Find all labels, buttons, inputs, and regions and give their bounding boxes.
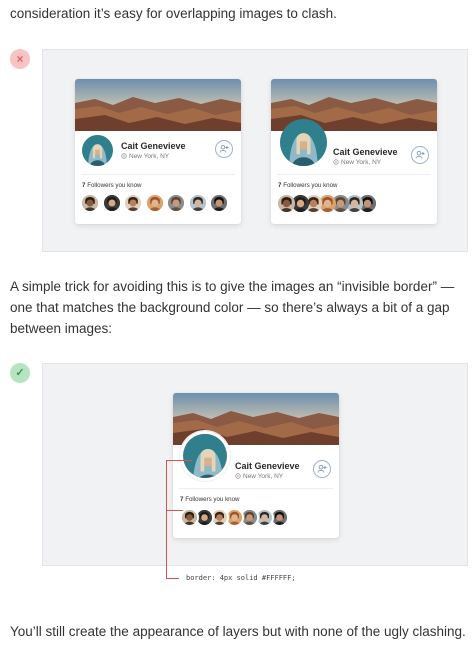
- cover-photo: [75, 79, 241, 131]
- bad-example-badge: ×: [10, 49, 30, 69]
- follower-face-icon: [125, 195, 141, 211]
- close-icon: ×: [16, 52, 24, 66]
- card-divider: [277, 174, 431, 175]
- follower-face-icon: [227, 510, 242, 525]
- followers-label: Followers you know: [283, 182, 338, 189]
- follower-face-icon: [103, 195, 120, 211]
- avatar: [280, 119, 327, 166]
- profile-location: New York, NY: [235, 473, 283, 480]
- followers-you-know: 7 Followers you know: [180, 496, 240, 503]
- follower-avatar[interactable]: [82, 195, 98, 211]
- intro-text: consideration it’s easy for overlapping …: [10, 6, 337, 21]
- follower-avatar[interactable]: [278, 195, 295, 212]
- follower-face-icon: [82, 195, 98, 211]
- add-user-icon: [219, 144, 229, 153]
- check-icon: ✓: [15, 366, 25, 379]
- location-pin-icon: [121, 153, 127, 159]
- followers-count: 7: [278, 182, 282, 189]
- profile-name: Cait Genevieve: [333, 147, 398, 157]
- add-user-icon: [415, 150, 425, 159]
- add-user-button[interactable]: [313, 460, 331, 478]
- followers-label: Followers you know: [185, 496, 240, 503]
- location-pin-icon: [333, 159, 339, 165]
- closing-paragraph: You’ll still create the appearance of la…: [10, 624, 466, 639]
- follower-avatar[interactable]: [189, 195, 206, 211]
- follower-avatars: [180, 508, 330, 529]
- follower-face-icon: [146, 195, 163, 211]
- follower-face-icon: [182, 510, 197, 525]
- profile-card: Cait Genevieve New York, NY 7 Followers …: [173, 393, 339, 538]
- trick-paragraph: A simple trick for avoiding this is to g…: [10, 279, 455, 336]
- avatar: [82, 135, 113, 166]
- followers-you-know: 7 Followers you know: [278, 182, 338, 189]
- good-example-badge: ✓: [10, 363, 30, 383]
- profile-location: New York, NY: [121, 153, 169, 160]
- follower-face-icon: [272, 510, 287, 525]
- card-divider: [179, 488, 333, 489]
- follower-avatars: [278, 195, 428, 215]
- bad-example-panel: Cait Genevieve New York, NY 7 Followers …: [42, 49, 468, 252]
- followers-count: 7: [82, 182, 86, 189]
- follower-avatars: [82, 195, 232, 215]
- profile-card: Cait Genevieve New York, NY 7 Followers …: [271, 79, 437, 224]
- location-pin-icon: [235, 473, 241, 479]
- followers-count: 7: [180, 496, 184, 503]
- follower-face-icon: [242, 510, 257, 525]
- follower-face-icon: [211, 195, 227, 211]
- followers-label: Followers you know: [87, 182, 142, 189]
- add-user-button[interactable]: [411, 146, 429, 164]
- avatar: [180, 431, 230, 481]
- follower-avatar[interactable]: [146, 195, 163, 211]
- add-user-icon: [317, 464, 327, 473]
- good-example-panel: Cait Genevieve New York, NY 7 Followers …: [42, 363, 468, 566]
- follower-face-icon: [168, 195, 184, 211]
- follower-avatar[interactable]: [103, 195, 120, 211]
- border-code-snippet: border: 4px solid #FFFFFF;: [186, 574, 296, 582]
- follower-avatar[interactable]: [180, 508, 199, 527]
- profile-card: Cait Genevieve New York, NY 7 Followers …: [75, 79, 241, 224]
- location-text: New York, NY: [243, 473, 284, 480]
- follower-avatar[interactable]: [168, 195, 184, 211]
- followers-you-know: 7 Followers you know: [82, 182, 142, 189]
- location-text: New York, NY: [341, 159, 382, 166]
- follower-face-icon: [212, 510, 227, 525]
- annotation-connector: [166, 578, 179, 579]
- location-text: New York, NY: [129, 153, 170, 160]
- card-divider: [81, 174, 235, 175]
- annotation-connector: [166, 460, 192, 461]
- follower-face-icon: [257, 510, 272, 525]
- profile-name: Cait Genevieve: [121, 141, 186, 151]
- annotation-line: [166, 460, 167, 578]
- profile-name: Cait Genevieve: [235, 461, 300, 471]
- follower-avatar[interactable]: [125, 195, 141, 211]
- follower-avatar[interactable]: [211, 195, 227, 211]
- cover-image: [75, 79, 241, 131]
- follower-face-icon: [189, 195, 206, 211]
- follower-face-icon: [278, 195, 295, 212]
- add-user-button[interactable]: [215, 140, 233, 158]
- follower-face-icon: [197, 510, 212, 525]
- profile-location: New York, NY: [333, 159, 381, 166]
